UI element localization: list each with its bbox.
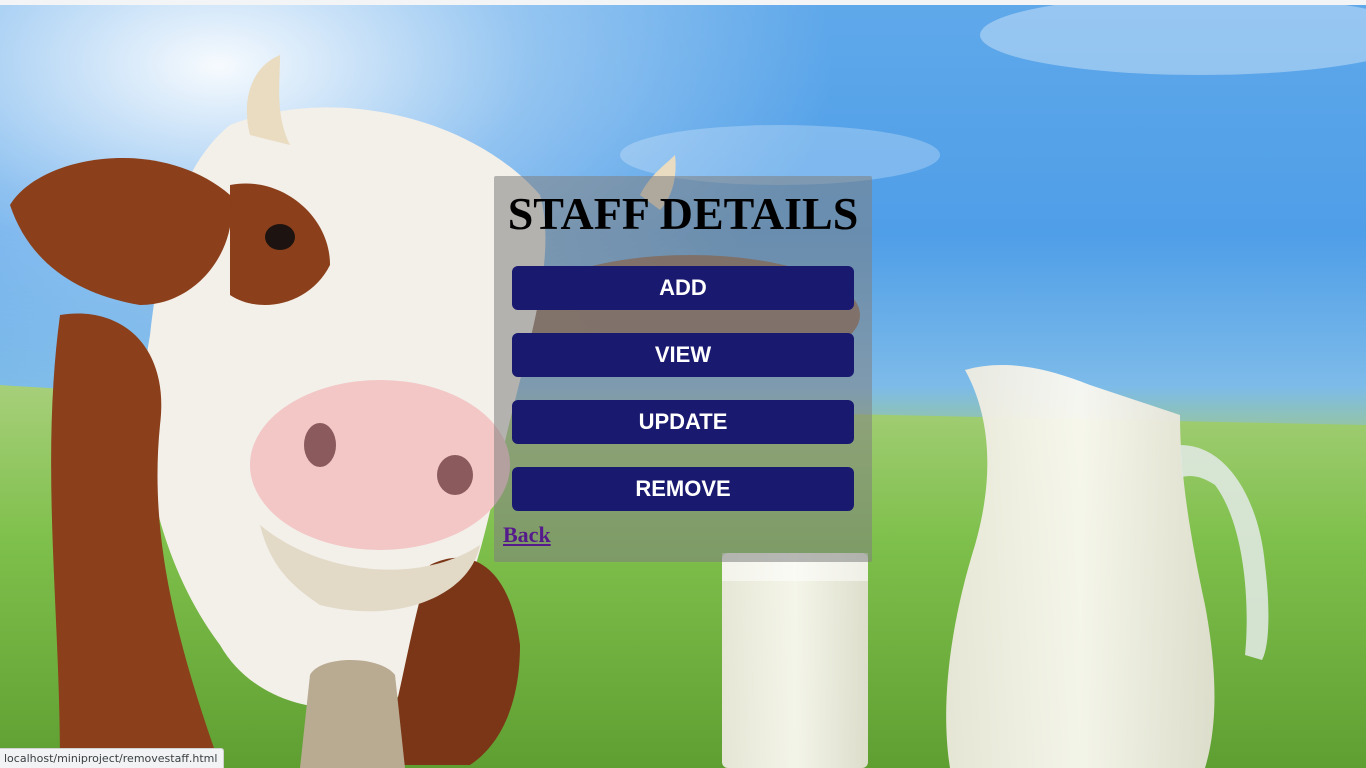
status-bar-url: localhost/miniproject/removestaff.html <box>0 748 225 768</box>
remove-staff-button[interactable]: REMOVE <box>512 467 854 511</box>
update-staff-button[interactable]: UPDATE <box>512 400 854 444</box>
page-title: STAFF DETAILS <box>507 188 859 239</box>
view-staff-button[interactable]: VIEW <box>512 333 854 377</box>
back-link[interactable]: Back <box>503 522 551 548</box>
add-staff-button[interactable]: ADD <box>512 266 854 310</box>
